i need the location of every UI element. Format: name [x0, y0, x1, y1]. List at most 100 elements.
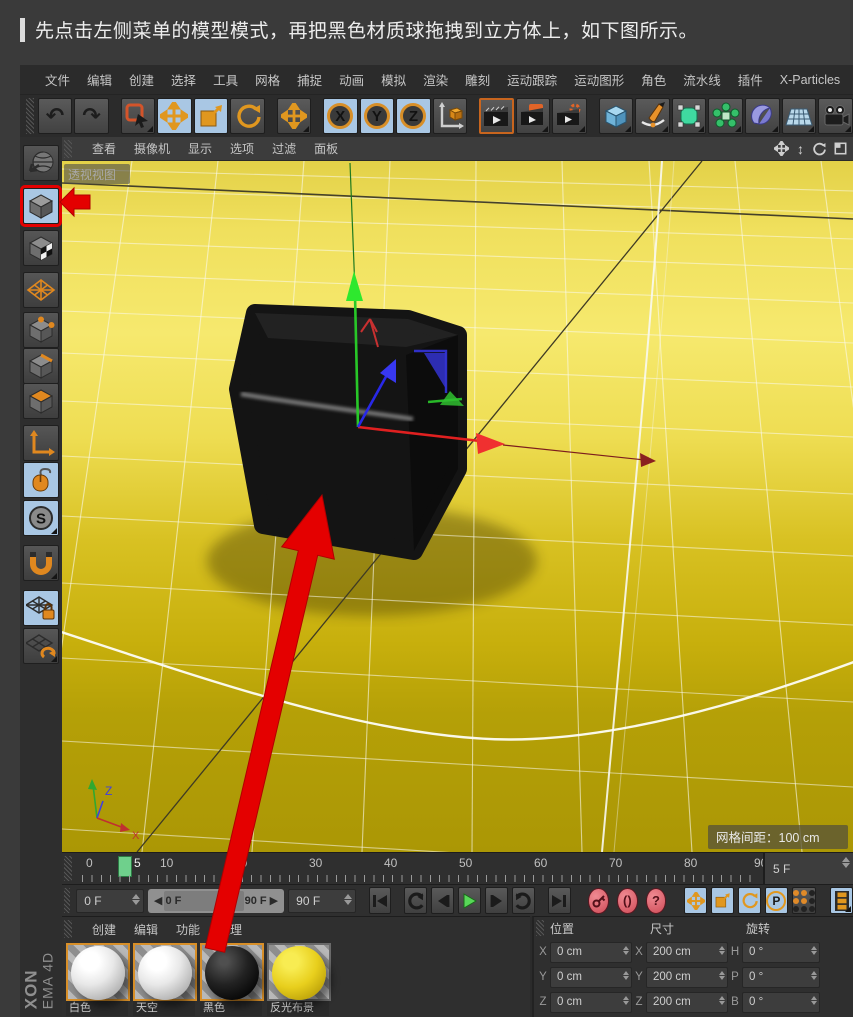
- goto-end-button[interactable]: [548, 887, 571, 914]
- add-subdivision-surface-button[interactable]: [672, 98, 707, 134]
- z-axis-lock-button[interactable]: Z: [396, 98, 431, 134]
- key-rotation-toggle[interactable]: [738, 887, 761, 914]
- viewport-menu-view[interactable]: 查看: [92, 140, 116, 157]
- viewport-zoom-camera-icon[interactable]: ↕: [797, 141, 804, 157]
- menu-item-edit[interactable]: 编辑: [87, 70, 112, 89]
- material-black[interactable]: 黑色: [200, 943, 264, 1016]
- coordinate-system-button[interactable]: [433, 98, 468, 134]
- texture-mode-button[interactable]: [23, 230, 59, 266]
- keyframe-selection-button[interactable]: [792, 887, 816, 914]
- redo-button[interactable]: ↷: [74, 98, 109, 134]
- pos-z-field[interactable]: 0 cm: [550, 992, 632, 1013]
- viewport-menu-cameras[interactable]: 摄像机: [134, 140, 170, 157]
- size-x-field[interactable]: 200 cm: [646, 942, 728, 963]
- key-scale-toggle[interactable]: [711, 887, 734, 914]
- y-axis-lock-button[interactable]: Y: [360, 98, 395, 134]
- menu-item-motion-tracker[interactable]: 运动跟踪: [507, 70, 557, 89]
- key-pla-toggle[interactable]: P: [765, 887, 788, 914]
- menu-item-file[interactable]: 文件: [45, 70, 70, 89]
- last-tool-button[interactable]: [277, 98, 312, 134]
- viewport-rotate-camera-icon[interactable]: [812, 142, 826, 156]
- render-picture-viewer-button[interactable]: [516, 98, 551, 134]
- current-frame-field[interactable]: 5 F: [763, 853, 853, 884]
- viewport-toggle-layout-icon[interactable]: [834, 142, 847, 155]
- rotate-workplane-button[interactable]: [23, 628, 59, 664]
- next-frame-button[interactable]: [485, 887, 508, 914]
- live-selection-button[interactable]: [121, 98, 156, 134]
- viewport-menu-display[interactable]: 显示: [188, 140, 212, 157]
- play-backwards-button[interactable]: [404, 887, 427, 914]
- menu-item-sculpt[interactable]: 雕刻: [465, 70, 490, 89]
- current-frame-marker[interactable]: [118, 856, 132, 877]
- menu-item-create[interactable]: 创建: [129, 70, 154, 89]
- material-menu-function[interactable]: 功能: [176, 921, 200, 938]
- material-grip[interactable]: [64, 920, 72, 938]
- add-environment-button[interactable]: [745, 98, 780, 134]
- add-spline-button[interactable]: [635, 98, 670, 134]
- viewport-canvas[interactable]: Z X 透视视图 网格间距：100 cm: [62, 161, 853, 852]
- material-sky-thumbnail[interactable]: [133, 943, 197, 1001]
- menu-item-select[interactable]: 选择: [171, 70, 196, 89]
- model-mode-button[interactable]: [23, 188, 59, 224]
- end-frame-stepper[interactable]: [344, 894, 352, 905]
- rot-p-field[interactable]: 0 °: [742, 967, 820, 988]
- menu-item-mesh[interactable]: 网格: [255, 70, 280, 89]
- rot-h-field[interactable]: 0 °: [742, 942, 820, 963]
- help-button[interactable]: ?: [646, 888, 667, 914]
- soft-selection-button[interactable]: S: [23, 500, 59, 536]
- previous-frame-button[interactable]: [431, 887, 454, 914]
- snap-button[interactable]: [23, 545, 59, 581]
- menu-item-simulate[interactable]: 模拟: [381, 70, 406, 89]
- viewport-solo-button[interactable]: [23, 462, 59, 498]
- frame-range-slider[interactable]: ◀ 0 F 90 F ▶: [148, 889, 284, 913]
- material-white-name[interactable]: 白色: [66, 1001, 128, 1016]
- render-settings-button[interactable]: [552, 98, 587, 134]
- autokey-button[interactable]: (): [617, 888, 638, 914]
- undo-button[interactable]: ↶: [38, 98, 73, 134]
- play-button[interactable]: [458, 887, 481, 914]
- current-frame-stepper[interactable]: [842, 857, 850, 868]
- pos-y-field[interactable]: 0 cm: [550, 967, 632, 988]
- toolbar-grip[interactable]: [26, 98, 34, 134]
- x-axis-lock-button[interactable]: X: [323, 98, 358, 134]
- move-tool-button[interactable]: [157, 98, 192, 134]
- material-backdrop-thumbnail[interactable]: [267, 943, 331, 1001]
- end-frame-field[interactable]: 90 F: [288, 889, 356, 913]
- transport-grip[interactable]: [64, 888, 70, 913]
- menu-item-pipeline[interactable]: 流水线: [683, 70, 721, 89]
- menu-item-mograph[interactable]: 运动图形: [574, 70, 624, 89]
- material-backdrop-name[interactable]: 反光布景: [267, 1001, 329, 1016]
- axis-mode-button[interactable]: [23, 425, 59, 461]
- size-y-field[interactable]: 200 cm: [646, 967, 728, 988]
- viewport-move-camera-icon[interactable]: [774, 141, 789, 156]
- start-frame-stepper[interactable]: [132, 894, 140, 905]
- points-mode-button[interactable]: [23, 312, 59, 348]
- size-z-field[interactable]: 200 cm: [646, 992, 728, 1013]
- add-mograph-cloner-button[interactable]: [708, 98, 743, 134]
- render-view-button[interactable]: [479, 98, 514, 134]
- material-menu-create[interactable]: 创建: [92, 921, 116, 938]
- material-black-thumbnail[interactable]: [200, 943, 264, 1001]
- viewport-menu-options[interactable]: 选项: [230, 140, 254, 157]
- play-forwards-button[interactable]: [512, 887, 535, 914]
- menu-item-animate[interactable]: 动画: [339, 70, 364, 89]
- menu-item-render[interactable]: 渲染: [423, 70, 448, 89]
- rot-b-field[interactable]: 0 °: [742, 992, 820, 1013]
- menu-item-plugins[interactable]: 插件: [738, 70, 763, 89]
- material-backdrop[interactable]: 反光布景: [267, 943, 331, 1016]
- key-position-toggle[interactable]: [684, 887, 707, 914]
- viewport-menu-panel[interactable]: 面板: [314, 140, 338, 157]
- menu-item-x-particles[interactable]: X-Particles: [780, 73, 840, 87]
- menu-item-snap[interactable]: 捕捉: [297, 70, 322, 89]
- black-cube[interactable]: [238, 313, 458, 551]
- workplane-mode-button[interactable]: [23, 272, 59, 308]
- menu-item-tools[interactable]: 工具: [213, 70, 238, 89]
- pos-x-field[interactable]: 0 cm: [550, 942, 632, 963]
- lock-workplane-button[interactable]: [23, 590, 59, 626]
- timeline-track[interactable]: 0 5 10 20 30 40 50 60 70 80 90: [74, 853, 763, 884]
- material-sky-name[interactable]: 天空: [133, 1001, 195, 1016]
- record-keyframe-button[interactable]: [588, 888, 609, 914]
- viewport-menu-filter[interactable]: 过滤: [272, 140, 296, 157]
- scale-tool-button[interactable]: [194, 98, 229, 134]
- start-frame-field[interactable]: 0 F: [76, 889, 144, 913]
